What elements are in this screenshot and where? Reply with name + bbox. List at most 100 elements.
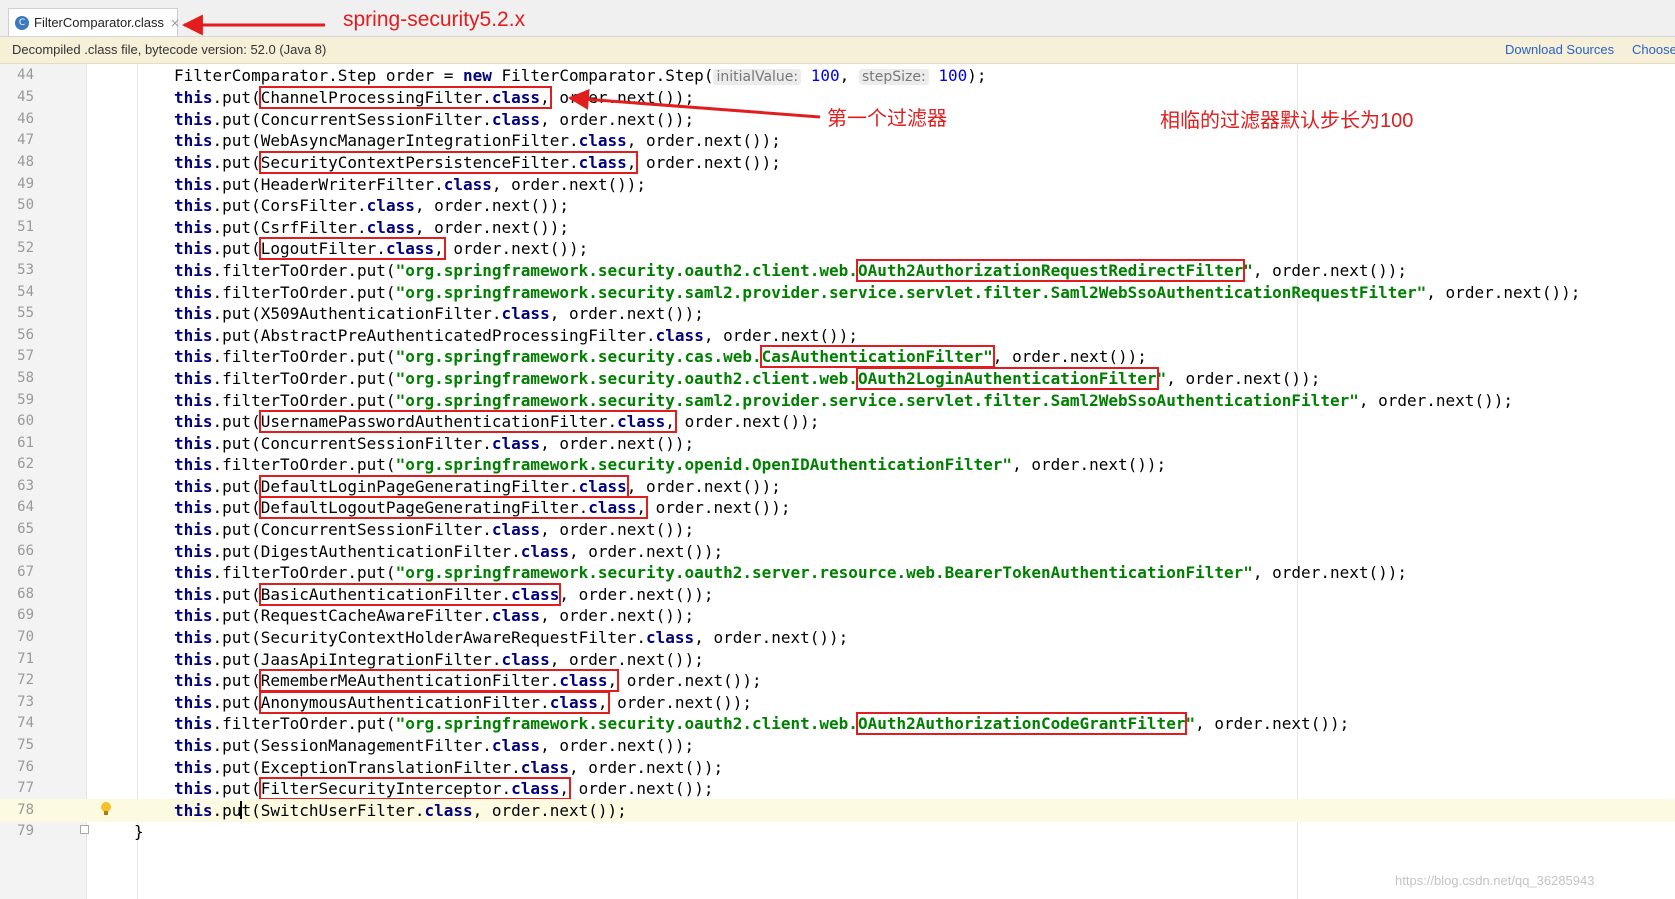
code-text: this.filterToOrder.put("org.springframew… [174, 345, 1147, 368]
code-text: this.put(FilterSecurityInterceptor.class… [174, 777, 714, 800]
highlight-box: BasicAuthenticationFilter.class [258, 583, 562, 606]
code-line-51: 51 this.put(CsrfFilter.class, order.next… [17, 218, 569, 237]
highlight-box: RememberMeAuthenticationFilter.class, [258, 669, 620, 692]
code-text: this.filterToOrder.put("org.springframew… [174, 283, 1581, 302]
highlight-box: DefaultLoginPageGeneratingFilter.class [258, 475, 629, 498]
code-line-47: 47 this.put(WebAsyncManagerIntegrationFi… [17, 131, 781, 150]
class-file-icon: C [15, 15, 29, 30]
code-text: this.put(JaasApiIntegrationFilter.class,… [174, 650, 704, 669]
code-text: this.put(X509AuthenticationFilter.class,… [174, 304, 704, 323]
code-text: this.put(ChannelProcessingFilter.class, … [174, 86, 695, 109]
code-line-73: 73 this.put(AnonymousAuthenticationFilte… [17, 691, 752, 714]
code-text: this.put(CorsFilter.class, order.next())… [174, 196, 569, 215]
highlight-box: SecurityContextPersistenceFilter.class, [258, 151, 639, 174]
highlight-box: FilterSecurityInterceptor.class, [258, 777, 571, 800]
code-text: this.put(DefaultLoginPageGeneratingFilte… [174, 475, 781, 498]
code-text: this.put(RequestCacheAwareFilter.class, … [174, 606, 695, 625]
choose-sources-link[interactable]: Choose [1632, 42, 1675, 57]
code-text: this.put(HeaderWriterFilter.class, order… [174, 175, 647, 194]
code-line-60: 60 this.put(UsernamePasswordAuthenticati… [17, 410, 820, 433]
highlight-box: LogoutFilter.class, [258, 237, 446, 260]
annotation-version: spring-security5.2.x [343, 8, 526, 31]
code-text: this.put(AnonymousAuthenticationFilter.c… [174, 691, 752, 714]
code-line-54: 54 this.filterToOrder.put("org.springfra… [17, 283, 1581, 302]
code-text: this.put(ConcurrentSessionFilter.class, … [174, 110, 695, 129]
code-line-50: 50 this.put(CorsFilter.class, order.next… [17, 196, 569, 215]
code-line-76: 76 this.put(ExceptionTranslationFilter.c… [17, 758, 724, 777]
code-line-44: 44 FilterComparator.Step order = new Fil… [0, 64, 1675, 87]
code-text: this.filterToOrder.put("org.springframew… [174, 391, 1513, 410]
code-text: this.put(UsernamePasswordAuthenticationF… [174, 410, 820, 433]
code-text: this.put(SessionManagementFilter.class, … [174, 736, 695, 755]
code-line-63: 63 this.put(DefaultLoginPageGeneratingFi… [17, 475, 781, 498]
code-line-75: 75 this.put(SessionManagementFilter.clas… [17, 736, 695, 755]
code-line-71: 71 this.put(JaasApiIntegrationFilter.cla… [17, 650, 704, 669]
code-line-72: 72 this.put(RememberMeAuthenticationFilt… [17, 669, 762, 692]
highlight-box: AnonymousAuthenticationFilter.class, [258, 691, 610, 714]
code-text: this.filterToOrder.put("org.springframew… [174, 563, 1408, 582]
code-line-48: 48 this.put(SecurityContextPersistenceFi… [17, 151, 781, 174]
code-text: this.put(LogoutFilter.class, order.next(… [174, 237, 589, 260]
code-line-59: 59 this.filterToOrder.put("org.springfra… [17, 391, 1513, 410]
param-hint-initial-value: initialValue: [713, 69, 802, 85]
code-line-64: 64 this.put(DefaultLogoutPageGeneratingF… [17, 496, 791, 519]
fold-marker-icon[interactable] [80, 825, 89, 834]
code-text: this.put(ConcurrentSessionFilter.class, … [174, 520, 695, 539]
highlight-box: UsernamePasswordAuthenticationFilter.cla… [258, 410, 677, 433]
code-line-62: 62 this.filterToOrder.put("org.springfra… [17, 455, 1167, 474]
close-icon[interactable]: × [170, 16, 180, 30]
code-text: this.put(AbstractPreAuthenticatedProcess… [174, 326, 858, 345]
code-text: this.put(ConcurrentSessionFilter.class, … [174, 434, 695, 453]
highlight-box: DefaultLogoutPageGeneratingFilter.class, [258, 496, 649, 519]
code-text: this.filterToOrder.put("org.springframew… [174, 455, 1167, 474]
code-text: this.filterToOrder.put("org.springframew… [174, 367, 1321, 390]
code-line-56: 56 this.put(AbstractPreAuthenticatedProc… [17, 326, 858, 345]
code-line-66: 66 this.put(DigestAuthenticationFilter.c… [17, 542, 724, 561]
code-text: this.filterToOrder.put("org.springframew… [174, 259, 1408, 282]
code-line-70: 70 this.put(SecurityContextHolderAwareRe… [17, 628, 849, 647]
highlight-box: OAuth2AuthorizationCodeGrantFilter [855, 712, 1188, 735]
tab-label: FilterComparator.class [34, 15, 165, 30]
lightbulb-icon[interactable] [101, 802, 111, 815]
code-line-69: 69 this.put(RequestCacheAwareFilter.clas… [17, 606, 695, 625]
highlight-box: ChannelProcessingFilter.class, [258, 86, 552, 109]
code-line-55: 55 this.put(X509AuthenticationFilter.cla… [17, 304, 704, 323]
code-line-52: 52 this.put(LogoutFilter.class, order.ne… [17, 237, 589, 260]
editor-tab-bar: C FilterComparator.class × [0, 0, 1675, 37]
code-line-77: 77 this.put(FilterSecurityInterceptor.cl… [17, 777, 714, 800]
code-line-49: 49 this.put(HeaderWriterFilter.class, or… [17, 175, 647, 194]
download-sources-link[interactable]: Download Sources [1505, 42, 1614, 57]
code-line-74: 74 this.filterToOrder.put("org.springfra… [17, 712, 1350, 735]
highlight-box: OAuth2LoginAuthenticationFilter [855, 367, 1159, 390]
decompiled-banner: Decompiled .class file, bytecode version… [0, 37, 1675, 64]
code-line-79: 79 } [17, 822, 144, 841]
banner-text: Decompiled .class file, bytecode version… [12, 42, 327, 57]
code-text: this.put(DefaultLogoutPageGeneratingFilt… [174, 496, 791, 519]
code-line-68: 68 this.put(BasicAuthenticationFilter.cl… [17, 583, 714, 606]
code-text: this.put(SwitchUserFilter.class, order.n… [174, 801, 627, 820]
watermark: https://blog.csdn.net/qq_36285943 [1395, 873, 1595, 888]
code-text: this.put(CsrfFilter.class, order.next())… [174, 218, 569, 237]
code-line-78: 78 this.put(SwitchUserFilter.class, orde… [0, 799, 1675, 822]
annotation-first-filter: 第一个过滤器 [827, 108, 947, 130]
code-text: this.put(SecurityContextHolderAwareReque… [174, 628, 849, 647]
highlight-box: CasAuthenticationFilter" [759, 345, 995, 368]
code-text: this.put(SecurityContextPersistenceFilte… [174, 151, 781, 174]
code-text: this.put(RememberMeAuthenticationFilter.… [174, 669, 762, 692]
code-line-61: 61 this.put(ConcurrentSessionFilter.clas… [17, 434, 695, 453]
code-text: } [134, 822, 144, 841]
code-line-65: 65 this.put(ConcurrentSessionFilter.clas… [17, 520, 695, 539]
code-line-57: 57 this.filterToOrder.put("org.springfra… [17, 345, 1147, 368]
tab-filter-comparator[interactable]: C FilterComparator.class × [8, 8, 180, 36]
highlight-box: OAuth2AuthorizationRequestRedirectFilter [855, 259, 1246, 282]
code-editor[interactable]: 44 FilterComparator.Step order = new Fil… [0, 64, 1675, 899]
code-text: this.put(WebAsyncManagerIntegrationFilte… [174, 131, 781, 150]
code-line-53: 53 this.filterToOrder.put("org.springfra… [17, 259, 1408, 282]
code-line-67: 67 this.filterToOrder.put("org.springfra… [17, 563, 1408, 582]
code-text: this.filterToOrder.put("org.springframew… [174, 712, 1350, 735]
code-text: this.put(ExceptionTranslationFilter.clas… [174, 758, 724, 777]
annotation-step-note: 相临的过滤器默认步长为100 [1160, 110, 1414, 132]
code-line-58: 58 this.filterToOrder.put("org.springfra… [17, 367, 1321, 390]
code-text: this.put(BasicAuthenticationFilter.class… [174, 583, 714, 606]
code-text: this.put(DigestAuthenticationFilter.clas… [174, 542, 724, 561]
